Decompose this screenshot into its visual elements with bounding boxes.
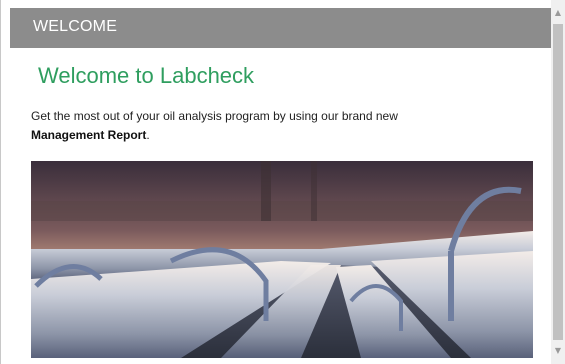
intro-text: Get the most out of your oil analysis pr… [31,109,398,123]
intro-paragraph: Get the most out of your oil analysis pr… [31,107,531,145]
panel-header: WELCOME [10,8,551,48]
management-report-text: Management Report [31,128,147,142]
scrollbar-thumb[interactable] [553,24,563,340]
panel-header-title: WELCOME [33,18,118,35]
scroll-down-arrow-icon[interactable]: ▼ [551,344,565,358]
vertical-scrollbar[interactable]: ▲ ▼ [551,0,565,364]
pipelines-image [31,161,533,358]
pipelines-hero-image [31,161,533,358]
welcome-heading: Welcome to Labcheck [38,63,255,88]
intro-end: . [146,128,150,142]
scroll-up-arrow-icon[interactable]: ▲ [551,6,565,20]
welcome-panel: WELCOME Welcome to Labcheck Get the most… [0,0,551,364]
